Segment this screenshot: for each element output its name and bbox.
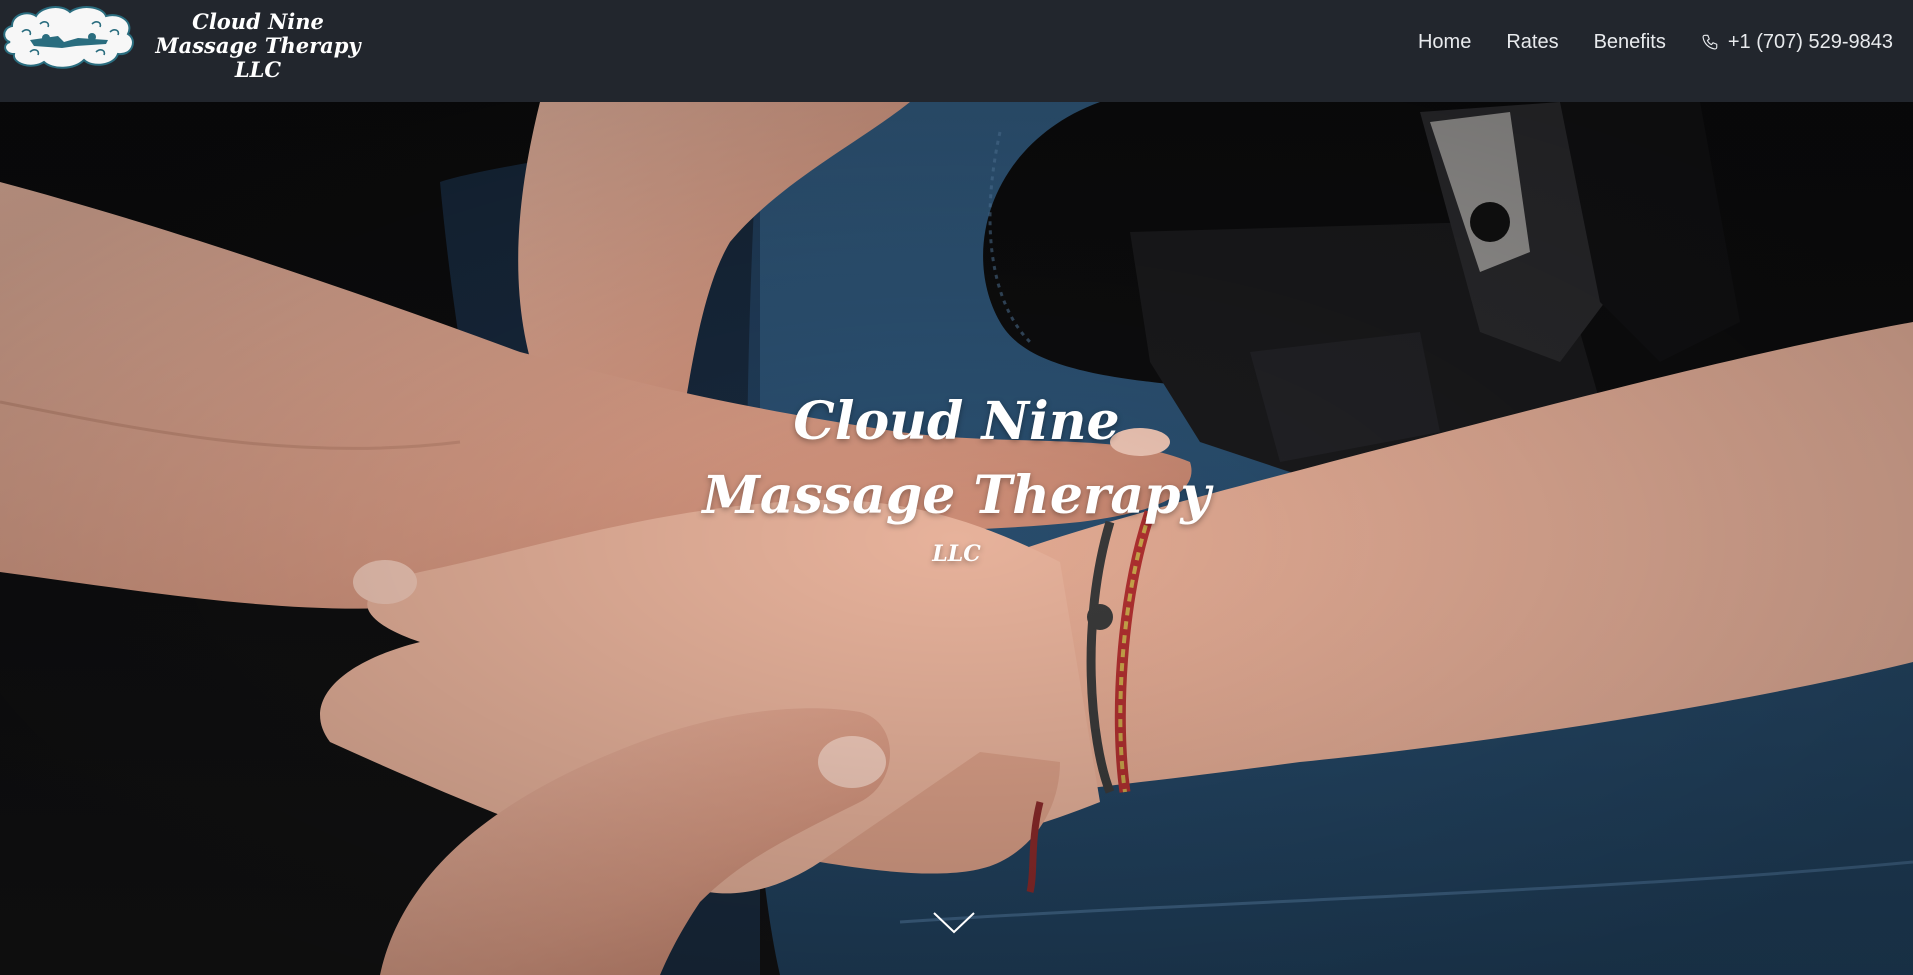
nav-link-rates[interactable]: Rates bbox=[1506, 31, 1558, 54]
home-logo-link[interactable]: Cloud Nine Massage Therapy LLC bbox=[0, 0, 361, 102]
nav-link-home[interactable]: Home bbox=[1418, 31, 1471, 54]
cloud-logo-icon bbox=[3, 6, 134, 69]
hero-section: Cloud Nine Massage Therapy LLC bbox=[0, 102, 1913, 975]
phone-icon bbox=[1702, 34, 1718, 50]
hero-title-line-2: Massage Therapy bbox=[702, 465, 1211, 526]
brand-name: Cloud Nine Massage Therapy LLC bbox=[148, 10, 368, 82]
site-header: Cloud Nine Massage Therapy LLC Home Rate… bbox=[0, 0, 1913, 102]
nav-link-phone[interactable]: +1 (707) 529-9843 bbox=[1701, 31, 1893, 54]
main-nav: Home Rates Benefits +1 (707) 529-9843 bbox=[1418, 0, 1893, 84]
brand-line-3: LLC bbox=[234, 57, 282, 82]
nav-link-benefits[interactable]: Benefits bbox=[1594, 31, 1666, 54]
phone-number: +1 (707) 529-9843 bbox=[1727, 30, 1893, 53]
chevron-down-icon[interactable] bbox=[932, 910, 976, 936]
brand-line-1: Cloud Nine bbox=[192, 9, 324, 34]
brand-line-2: Massage Therapy bbox=[155, 33, 361, 58]
hero-title-line-3: LLC bbox=[932, 541, 981, 567]
hero-title-line-1: Cloud Nine bbox=[793, 391, 1120, 452]
hero-title: Cloud Nine Massage Therapy LLC bbox=[0, 385, 1913, 571]
